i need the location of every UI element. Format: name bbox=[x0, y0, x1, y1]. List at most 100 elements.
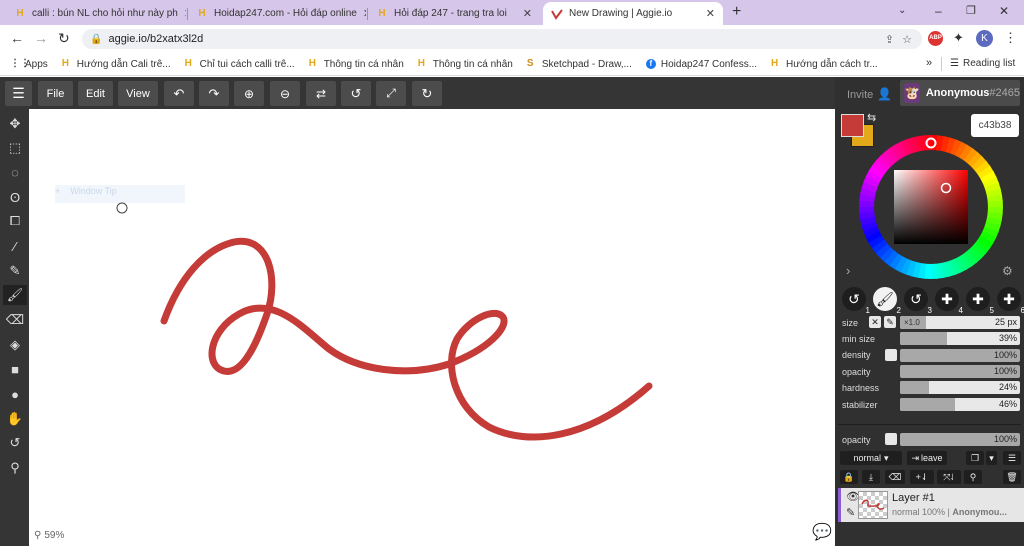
color-wheel[interactable] bbox=[858, 134, 1004, 280]
hardness-slider[interactable]: 24% bbox=[900, 381, 1020, 394]
bookmark-item[interactable]: H Thông tin cá nhân bbox=[309, 59, 404, 70]
hand-icon[interactable]: ✋ bbox=[3, 409, 27, 429]
close-tab-icon[interactable]: ✕ bbox=[517, 7, 532, 20]
bookmark-item[interactable]: H Hướng dẫn Cali trê... bbox=[62, 59, 171, 70]
search-layer-icon[interactable]: ⚲ bbox=[964, 470, 982, 484]
ellipse-select-icon[interactable]: ◌ bbox=[3, 162, 27, 182]
color-settings-gear-icon[interactable]: ⚙ bbox=[1002, 264, 1013, 278]
merge-layers-icon[interactable]: ⤧⇃ bbox=[937, 470, 961, 484]
rotate-view-icon[interactable]: ↺ bbox=[3, 433, 27, 453]
density-slider[interactable]: 100% bbox=[900, 349, 1020, 362]
adblock-icon[interactable]: ABP bbox=[928, 31, 943, 46]
back-icon[interactable]: ← bbox=[10, 30, 24, 46]
lasso-icon[interactable]: ʘ bbox=[3, 187, 27, 207]
bookmark-item[interactable]: f Hoidap247 Confess... bbox=[645, 59, 757, 70]
stabilizer-slider[interactable]: 46% bbox=[900, 398, 1020, 411]
browser-tab[interactable]: H Hỏi đáp 247 - trang tra loi ✕ bbox=[368, 2, 540, 25]
blend-mode-select[interactable]: normal ▾ bbox=[840, 451, 902, 465]
close-tab-icon[interactable]: ✕ bbox=[178, 7, 186, 20]
swap-colors-icon[interactable]: ⇆ bbox=[867, 111, 876, 124]
close-tab-icon[interactable]: ✕ bbox=[700, 7, 715, 20]
undo-icon[interactable]: ↶ bbox=[164, 81, 194, 106]
extensions-icon[interactable]: ✦ bbox=[953, 30, 964, 46]
chat-bubble-icon[interactable]: 💬 bbox=[812, 522, 832, 542]
omnibox[interactable]: 🔒 aggie.io/b2xatx3l2d ⇪ ☆ bbox=[82, 29, 922, 49]
browser-tab[interactable]: H Hoidap247.com - Hỏi đáp online ✕ bbox=[188, 2, 366, 25]
duplicate-layer-icon[interactable]: ❐ bbox=[966, 451, 984, 465]
brush-slot-4[interactable]: ✚ 4 bbox=[935, 287, 963, 315]
bookmark-item[interactable]: H Chỉ tui cách calli trê... bbox=[185, 59, 295, 70]
zoom-in-icon[interactable]: ⊕ bbox=[234, 81, 264, 106]
pencil-icon[interactable]: ✎ bbox=[3, 261, 27, 281]
transform-icon[interactable]: ⧠ bbox=[3, 211, 27, 231]
brush-slot-1[interactable]: ↺ 1 bbox=[842, 287, 870, 315]
clear-layer-icon[interactable]: ⌫ bbox=[885, 470, 905, 484]
brush-slot-6[interactable]: ✚ 6 bbox=[997, 287, 1024, 315]
minimize-icon[interactable]: – bbox=[935, 4, 942, 18]
window-close-icon[interactable]: ✕ bbox=[999, 4, 1009, 18]
zoom-out-icon[interactable]: ⊖ bbox=[270, 81, 300, 106]
eyedropper-icon[interactable]: ⁄ bbox=[3, 236, 27, 256]
share-icon[interactable]: ⇪ bbox=[885, 33, 894, 46]
density-checkbox[interactable] bbox=[885, 349, 897, 361]
duplicate-dropdown-icon[interactable]: ▾ bbox=[986, 451, 997, 465]
add-user-icon[interactable]: 👤 bbox=[877, 87, 892, 101]
edit-layer-pencil-icon[interactable]: ✎ bbox=[846, 506, 855, 519]
user-badge[interactable]: 🐮 Anonymous #2465 bbox=[900, 80, 1020, 106]
leave-button[interactable]: ⇥ leave bbox=[907, 451, 947, 465]
redo-icon[interactable]: ↷ bbox=[199, 81, 229, 106]
layer-opacity-checkbox[interactable] bbox=[885, 433, 897, 445]
lock-layer-icon[interactable]: 🔒 bbox=[840, 470, 858, 484]
expand-arrow-icon[interactable]: › bbox=[846, 263, 850, 278]
fill-bucket-icon[interactable]: ◈ bbox=[3, 335, 27, 355]
close-tab-icon[interactable]: ✕ bbox=[357, 7, 366, 20]
delete-layer-icon[interactable]: 🗑 bbox=[1003, 470, 1021, 484]
brush-slot-3[interactable]: ↺ 3 bbox=[904, 287, 932, 315]
eraser-icon[interactable]: ⌫ bbox=[3, 310, 27, 330]
profile-avatar[interactable]: K bbox=[976, 30, 993, 47]
bookmark-item[interactable]: H Thông tin cá nhân bbox=[418, 59, 513, 70]
tab-search-icon[interactable]: ⌄ bbox=[898, 5, 906, 16]
view-menu-button[interactable]: View bbox=[118, 81, 158, 106]
bookmark-item[interactable]: S Sketchpad - Draw,... bbox=[527, 59, 632, 70]
browser-tab-active[interactable]: New Drawing | Aggie.io ✕ bbox=[543, 2, 723, 25]
rotate-right-icon[interactable]: ↻ bbox=[412, 81, 442, 106]
more-bookmarks-icon[interactable]: » bbox=[926, 57, 932, 69]
drawing-canvas[interactable] bbox=[29, 109, 835, 546]
move-tool-icon[interactable]: ✥ bbox=[3, 114, 27, 134]
merge-down-icon[interactable]: ⤓ bbox=[862, 470, 880, 484]
size-pressure-toggle-icon[interactable]: ✕ bbox=[869, 316, 881, 328]
rect-select-icon[interactable]: ⬚ bbox=[3, 138, 27, 158]
layer-item[interactable]: 👁 ✎ Layer #1 normal 100% | Anonymou... bbox=[838, 488, 1024, 522]
zoom-tool-icon[interactable]: ⚲ bbox=[3, 458, 27, 478]
opacity-slider[interactable]: 100% bbox=[900, 365, 1020, 378]
edit-menu-button[interactable]: Edit bbox=[78, 81, 113, 106]
bookmark-apps[interactable]: ⋮⋮ Apps bbox=[10, 59, 48, 70]
browser-tab[interactable]: H calli : bún NL cho hỏi như này ph ✕ bbox=[6, 2, 186, 25]
browser-menu-icon[interactable]: ⋮ bbox=[1004, 30, 1017, 46]
main-menu-icon[interactable]: ☰ bbox=[5, 81, 32, 106]
invite-button[interactable]: Invite bbox=[847, 89, 873, 101]
brush-slot-2[interactable]: 🖌 2 bbox=[873, 287, 901, 315]
rectangle-shape-icon[interactable]: ■ bbox=[3, 359, 27, 379]
bookmark-star-icon[interactable]: ☆ bbox=[902, 33, 912, 46]
flip-horizontal-icon[interactable]: ⇄ bbox=[306, 81, 336, 106]
new-tab-button[interactable]: + bbox=[732, 3, 741, 21]
brush-icon[interactable]: 🖌 bbox=[3, 285, 27, 305]
layer-opacity-slider[interactable]: 100% bbox=[900, 433, 1020, 446]
add-layer-icon[interactable]: +⇃ bbox=[910, 470, 934, 484]
file-menu-button[interactable]: File bbox=[38, 81, 73, 106]
pen-pressure-icon[interactable]: ✎ bbox=[884, 316, 896, 328]
reload-icon[interactable]: ↻ bbox=[58, 30, 70, 47]
bookmark-item[interactable]: H Hướng dẫn cách tr... bbox=[771, 59, 878, 70]
size-slider[interactable]: ×1.0 25 px bbox=[900, 316, 1020, 329]
restore-icon[interactable]: ❐ bbox=[966, 4, 976, 17]
reading-list-button[interactable]: ☰ Reading list bbox=[950, 58, 1015, 69]
brush-slot-5[interactable]: ✚ 5 bbox=[966, 287, 994, 315]
min-size-slider[interactable]: 39% bbox=[900, 332, 1020, 345]
rotate-left-icon[interactable]: ↺ bbox=[341, 81, 371, 106]
ellipse-shape-icon[interactable]: ● bbox=[3, 384, 27, 404]
layer-menu-icon[interactable]: ☰ bbox=[1003, 451, 1021, 465]
forward-icon[interactable]: → bbox=[34, 30, 48, 46]
fullscreen-icon[interactable]: ⤢ bbox=[376, 81, 406, 106]
